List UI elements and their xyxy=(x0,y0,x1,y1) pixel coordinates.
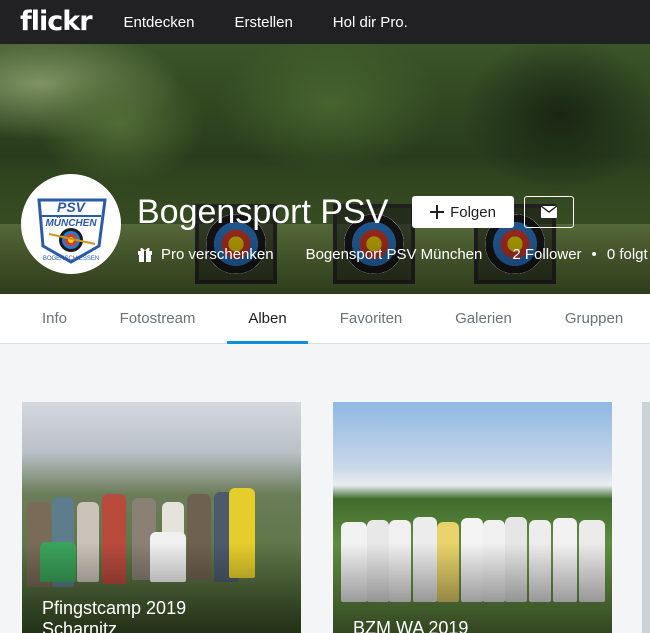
album-card[interactable]: Pfingstcamp 2019 Scharnitz xyxy=(22,402,301,633)
avatar[interactable]: PSV MÜNCHEN BOGENSCHIESSEN xyxy=(21,174,121,274)
following-count[interactable]: 0 folgt xyxy=(607,246,648,263)
psv-logo-icon: PSV MÜNCHEN BOGENSCHIESSEN xyxy=(27,180,115,268)
top-navigation: flickr Entdecken Erstellen Hol dir Pro. xyxy=(0,0,650,44)
album-card[interactable]: BZM WA 2019 xyxy=(333,402,612,633)
message-button[interactable] xyxy=(524,196,574,228)
followers-count[interactable]: 2 Follower xyxy=(512,246,581,263)
album-title-line1: BZM WA 2019 xyxy=(353,618,469,633)
pro-gift-link[interactable]: Pro verschenken xyxy=(161,246,274,263)
avatar-logo-line1: PSV xyxy=(57,199,87,215)
nav-get-pro[interactable]: Hol dir Pro. xyxy=(333,14,408,31)
tab-info[interactable]: Info xyxy=(27,294,82,344)
profile-meta: Pro verschenken Bogensport PSV München 2… xyxy=(137,244,648,264)
album-title-line1: Pfingstcamp 2019 xyxy=(42,598,187,618)
profile-full-name: Bogensport PSV München xyxy=(305,245,483,263)
album-card[interactable] xyxy=(642,402,650,633)
tab-galleries[interactable]: Galerien xyxy=(445,294,522,344)
avatar-logo-line3: BOGENSCHIESSEN xyxy=(43,256,99,262)
plus-icon xyxy=(430,205,445,219)
avatar-logo-line2: MÜNCHEN xyxy=(45,216,97,229)
tab-photostream[interactable]: Fotostream xyxy=(110,294,205,344)
album-title-line2: Scharnitz xyxy=(42,619,118,633)
nav-explore[interactable]: Entdecken xyxy=(124,14,195,31)
separator-dot: • xyxy=(591,245,597,263)
profile-tabs: Info Fotostream Alben Favoriten Galerien… xyxy=(0,294,650,344)
profile-name: Bogensport PSV xyxy=(137,193,389,231)
album-title: BZM WA 2019 xyxy=(353,618,468,633)
mail-icon xyxy=(541,206,557,218)
nav-create[interactable]: Erstellen xyxy=(234,14,292,31)
tab-favorites[interactable]: Favoriten xyxy=(330,294,412,344)
album-title: Pfingstcamp 2019 Scharnitz xyxy=(42,598,186,633)
tab-groups[interactable]: Gruppen xyxy=(555,294,633,344)
flickr-logo[interactable]: flickr xyxy=(20,0,93,44)
gift-icon xyxy=(137,246,153,262)
follow-button[interactable]: Folgen xyxy=(412,196,514,228)
tab-albums[interactable]: Alben xyxy=(227,294,308,344)
follow-label: Folgen xyxy=(450,203,496,221)
